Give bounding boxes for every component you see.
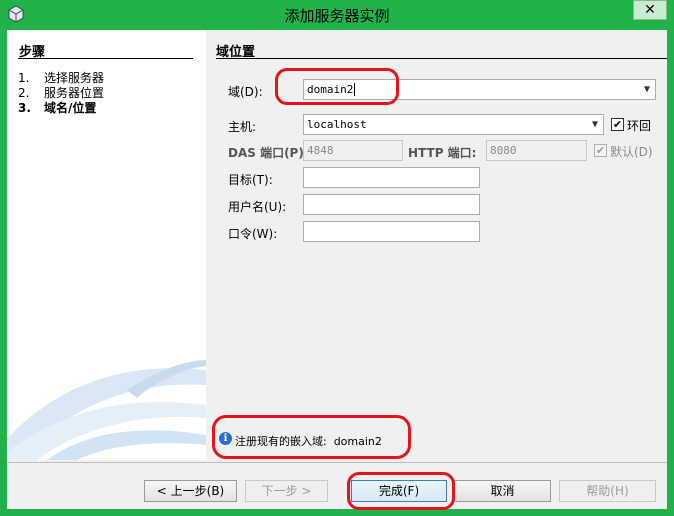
das-port-input[interactable]: 4848: [303, 140, 403, 161]
steps-divider: [18, 58, 193, 59]
panel-title-divider: [216, 58, 667, 59]
info-icon: i: [219, 432, 232, 445]
host-label: 主机:: [228, 120, 257, 134]
button-bar-divider: [7, 462, 667, 463]
step-label: 选择服务器: [44, 71, 105, 85]
window-title: 添加服务器实例: [284, 7, 390, 25]
close-icon: ✕: [644, 2, 656, 18]
step-label: 域名/位置: [44, 101, 97, 115]
back-button[interactable]: < 上一步(B): [144, 480, 237, 502]
target-input[interactable]: [303, 167, 480, 188]
next-button[interactable]: 下一步 >: [245, 480, 328, 502]
title-bar: 添加服务器实例 ✕: [0, 0, 674, 30]
step-label: 服务器位置: [44, 86, 105, 100]
embedded-domain-info: 注册现有的嵌入域: domain2: [235, 435, 382, 448]
help-button[interactable]: 帮助(H): [559, 480, 656, 502]
finish-button[interactable]: 完成(F): [351, 480, 447, 502]
domain-combobox[interactable]: domain2 ▼: [303, 79, 656, 100]
check-icon: ✔: [595, 144, 606, 157]
check-icon: ✔: [612, 118, 623, 131]
loopback-checkbox[interactable]: ✔: [611, 118, 624, 131]
default-checkbox[interactable]: ✔: [594, 144, 607, 157]
http-port-input[interactable]: 8080: [486, 140, 587, 161]
host-combobox[interactable]: localhost ▼: [303, 114, 604, 135]
target-label: 目标(T):: [228, 173, 273, 187]
dialog-content: 步骤 1. 选择服务器 2. 服务器位置 3. 域名/位置 域位置 域(D): dom…: [7, 30, 667, 509]
chevron-down-icon[interactable]: ▼: [644, 80, 650, 99]
das-port-label: DAS 端口(P):: [228, 146, 309, 160]
password-label: 口令(W):: [228, 227, 278, 241]
step-item-3-current: 3. 域名/位置: [18, 101, 97, 115]
default-label: 默认(D): [610, 145, 653, 159]
password-input[interactable]: [303, 221, 480, 242]
decorative-swoosh-graphic: [7, 360, 206, 460]
username-input[interactable]: [303, 194, 480, 215]
chevron-down-icon[interactable]: ▼: [592, 115, 598, 134]
http-port-label: HTTP 端口:: [408, 146, 477, 160]
host-value: localhost: [307, 118, 367, 131]
loopback-label: 环回: [627, 119, 652, 133]
dialog-window: 添加服务器实例 ✕ 步骤 1. 选择服务器 2. 服务器位置 3. 域名/位置 域位置…: [0, 0, 674, 516]
close-button[interactable]: ✕: [633, 0, 667, 20]
domain-label: 域(D):: [228, 85, 263, 99]
username-label: 用户名(U):: [228, 200, 287, 214]
steps-panel: 步骤 1. 选择服务器 2. 服务器位置 3. 域名/位置: [7, 30, 206, 460]
cancel-button[interactable]: 取消: [454, 480, 551, 502]
domain-value: domain2: [307, 83, 354, 96]
